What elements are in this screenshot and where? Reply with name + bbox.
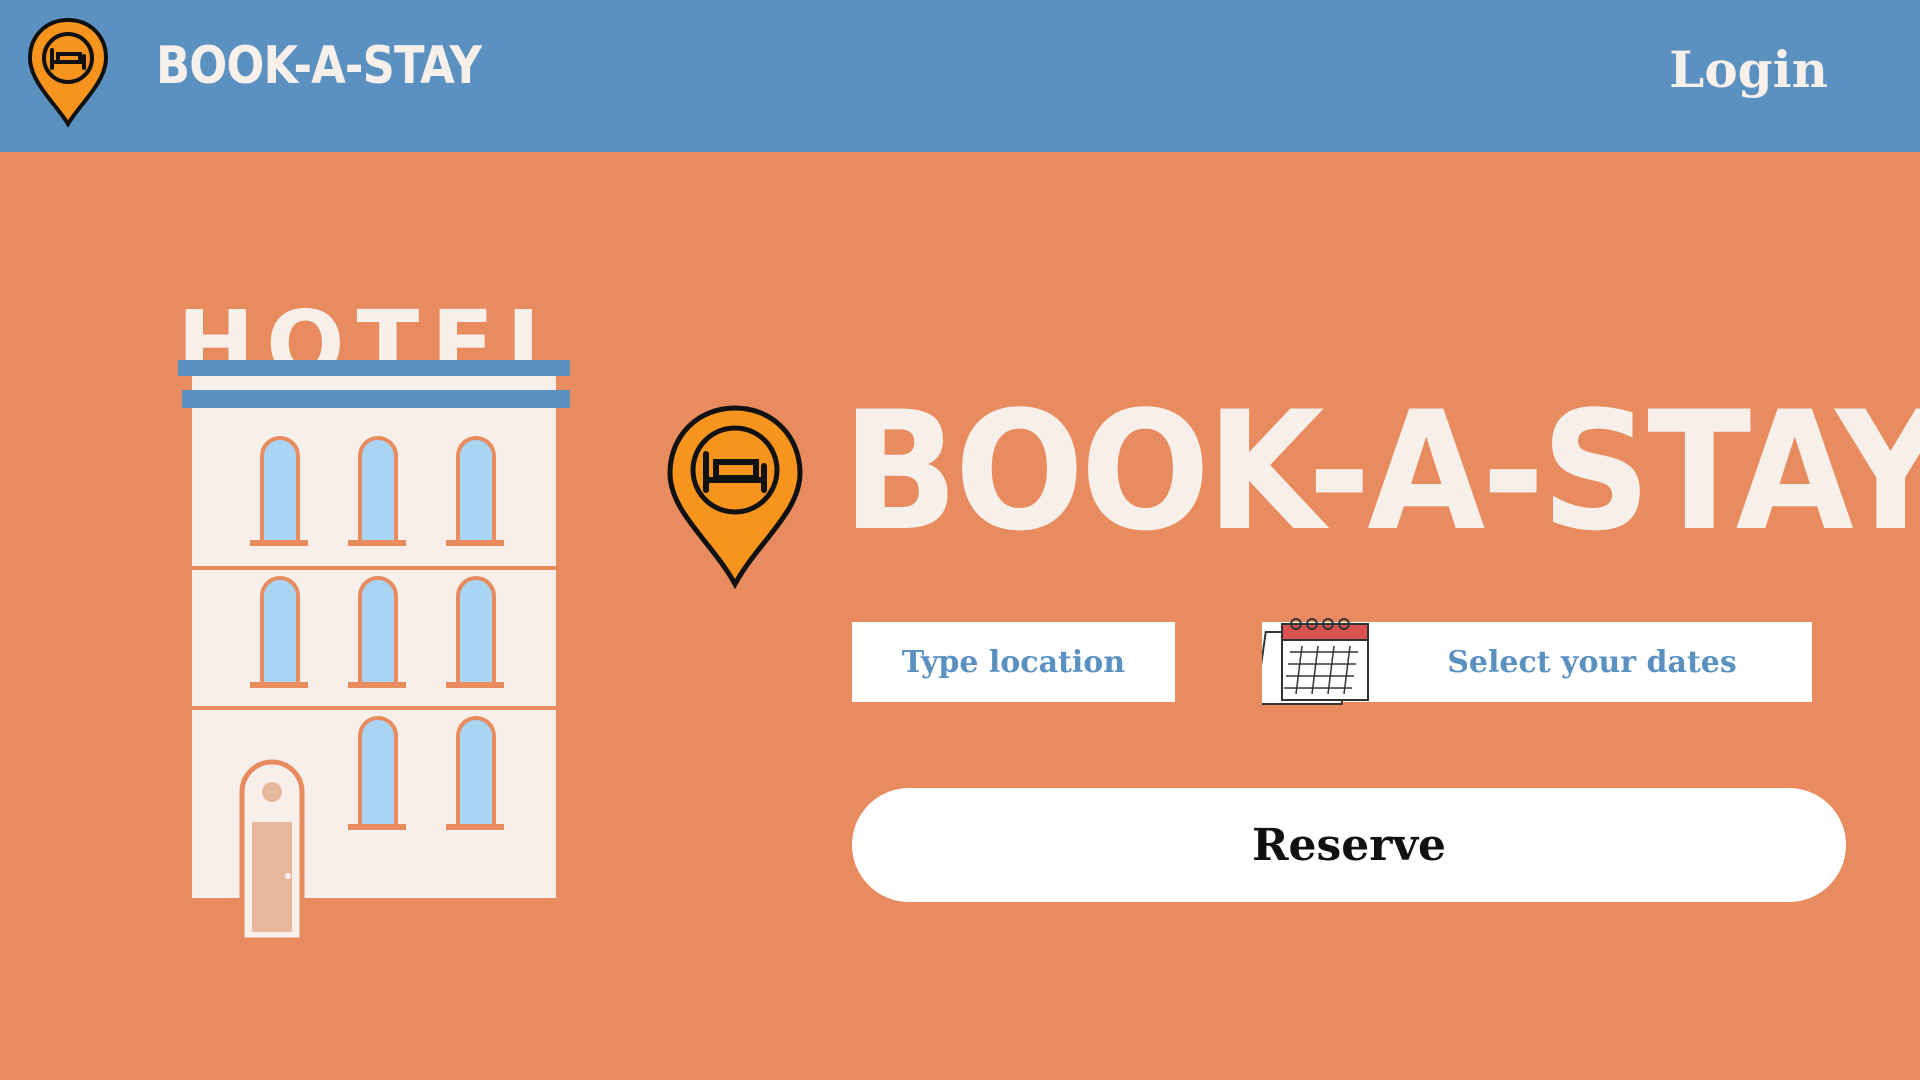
location-input[interactable]: Type location	[852, 622, 1175, 702]
hero-map-pin-bed-icon	[667, 405, 803, 590]
calendar-icon[interactable]	[1262, 616, 1370, 708]
top-navigation-bar: BOOK-A-STAY Login	[0, 0, 1920, 152]
logo-pin-icon[interactable]	[26, 16, 110, 128]
brand-name[interactable]: BOOK-A-STAY	[156, 36, 482, 96]
login-link[interactable]: Login	[1669, 40, 1828, 99]
hotel-building-illustration: HOTEL	[177, 291, 570, 943]
hero-title: BOOK-A-STAY	[842, 376, 1920, 567]
reserve-button[interactable]: Reserve	[852, 788, 1846, 902]
